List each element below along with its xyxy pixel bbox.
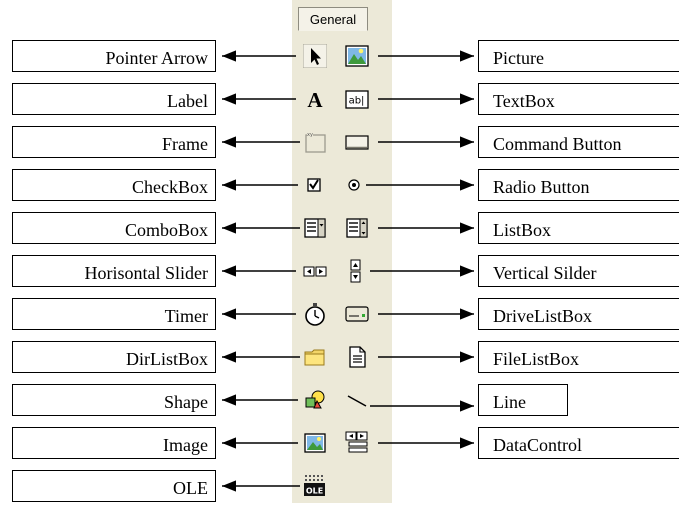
command-button-icon[interactable] (345, 130, 369, 154)
vertical-slider-icon[interactable] (345, 259, 369, 283)
textbox-icon[interactable]: ab| (345, 87, 369, 111)
label-icon-glyph: A (307, 88, 323, 111)
combobox-icon[interactable] (303, 216, 327, 240)
ole-icon[interactable]: OLE (303, 474, 327, 498)
data-control-icon[interactable] (345, 431, 369, 455)
label-icon[interactable]: A (303, 87, 327, 111)
toolbox-diagram: General Pointer Arrow Label Frame CheckB… (0, 0, 679, 503)
svg-text:xy: xy (307, 132, 313, 138)
connector-arrows (222, 50, 474, 492)
line-icon[interactable] (345, 388, 369, 412)
ole-icon-glyph: OLE (306, 487, 323, 496)
drive-listbox-icon[interactable] (345, 302, 369, 326)
shape-icon[interactable] (303, 388, 327, 412)
horizontal-slider-icon[interactable] (303, 259, 327, 283)
frame-icon[interactable]: xy (303, 130, 327, 154)
textbox-icon-glyph: ab| (349, 96, 365, 107)
pointer-arrow-icon[interactable] (303, 44, 327, 68)
dir-listbox-icon[interactable] (303, 345, 327, 369)
file-listbox-icon[interactable] (345, 345, 369, 369)
listbox-icon[interactable] (345, 216, 369, 240)
timer-icon[interactable] (303, 302, 327, 326)
picture-icon[interactable] (345, 44, 369, 68)
image-icon[interactable] (303, 431, 327, 455)
radio-button-icon[interactable] (345, 173, 369, 197)
checkbox-icon[interactable] (303, 173, 327, 197)
